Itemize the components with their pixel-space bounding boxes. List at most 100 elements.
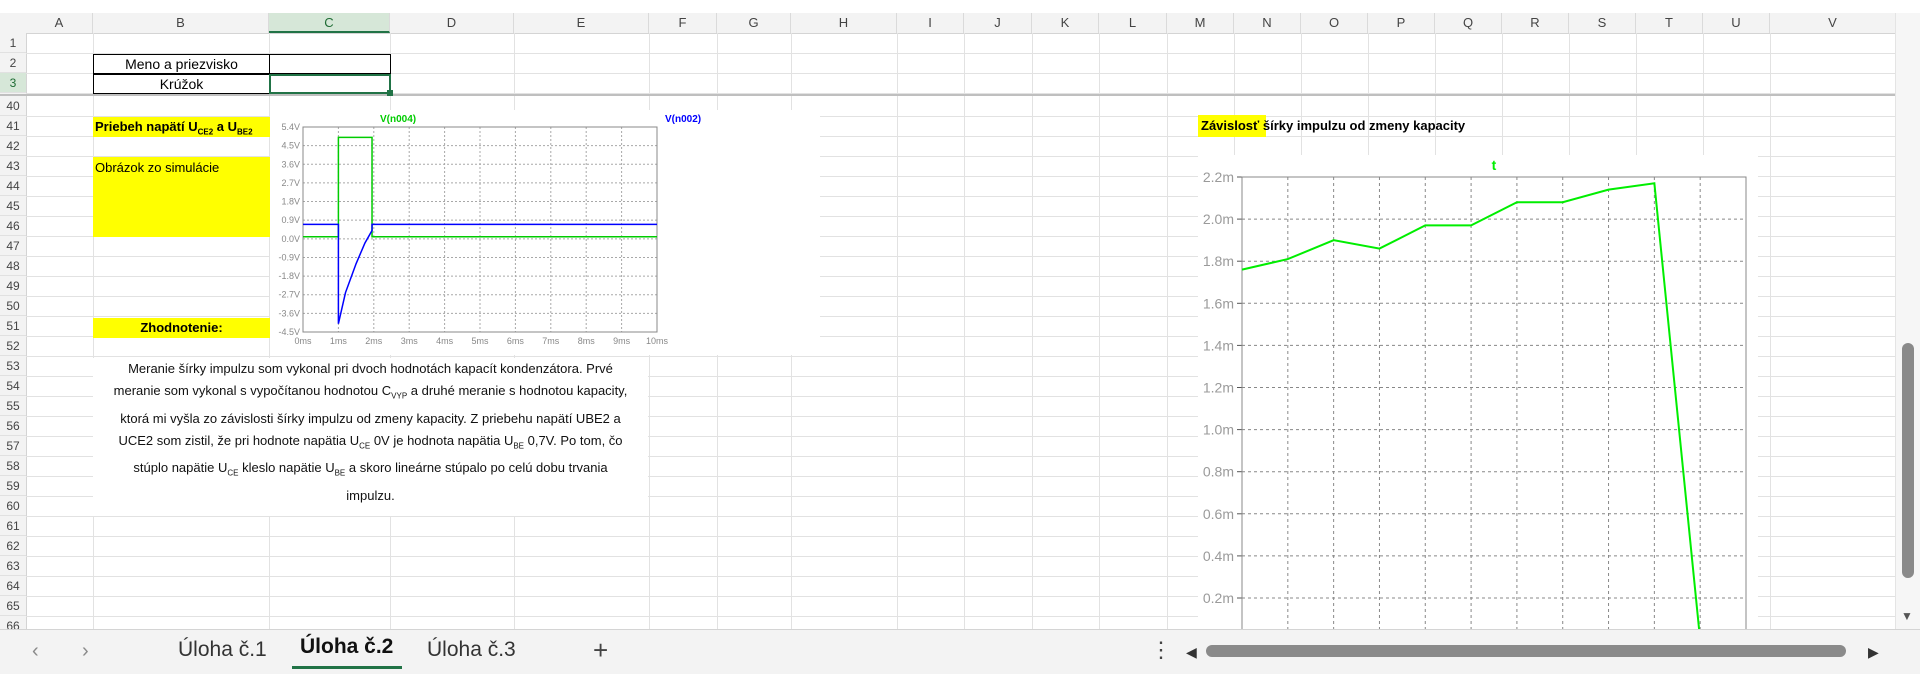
row-header[interactable]: 54 <box>0 376 26 396</box>
scroll-right-icon[interactable]: ▶ <box>1868 644 1879 661</box>
row-header[interactable]: 2 <box>0 53 26 73</box>
sheet-tab-uloha-2[interactable]: Úloha č.2 <box>300 635 393 659</box>
add-sheet-button[interactable]: + <box>593 635 608 666</box>
simulation-chart[interactable]: 0ms 1ms 2ms 3ms 4ms 5ms 6ms 7ms 8ms 9ms 10ms 5.4V 4.… <box>270 110 820 355</box>
row-header[interactable]: 49 <box>0 276 26 296</box>
row-header[interactable]: 63 <box>0 556 26 576</box>
row-header[interactable]: 62 <box>0 536 26 556</box>
row-header[interactable]: 40 <box>0 96 26 116</box>
x-tick-label: 5ms <box>471 336 489 346</box>
row-header[interactable]: 60 <box>0 496 26 516</box>
vertical-scrollbar[interactable]: ▼ <box>1895 13 1920 629</box>
y-tick-label: 2.7V <box>281 178 300 188</box>
y-tick-label: 0.4m <box>1203 548 1234 564</box>
column-header-u[interactable]: U <box>1703 13 1770 33</box>
paragraph-line: impulzu. <box>346 487 395 503</box>
row-header[interactable]: 47 <box>0 236 26 256</box>
pulse-width-chart[interactable]: 2.2m 2.0m 1.8m 1.6m 1.4m 1.2m 1.0m 0.8m 0.6m 0.4m… <box>1198 155 1758 629</box>
row-header[interactable]: 42 <box>0 136 26 156</box>
column-header-k[interactable]: K <box>1032 13 1099 33</box>
column-header-n[interactable]: N <box>1234 13 1301 33</box>
y-tick-label: 4.5V <box>281 141 300 151</box>
sheet-tab-uloha-3[interactable]: Úloha č.3 <box>427 638 516 662</box>
row-header[interactable]: 43 <box>0 156 26 176</box>
cell-c2[interactable] <box>269 54 391 74</box>
column-header-c[interactable]: C <box>269 13 390 33</box>
x-tick-label: 0ms <box>294 336 312 346</box>
column-header-q[interactable]: Q <box>1435 13 1502 33</box>
column-header-i[interactable]: I <box>897 13 964 33</box>
row-header[interactable]: 59 <box>0 476 26 496</box>
paragraph-text: meranie som vykonal s vypočítanou hodnot… <box>113 383 392 398</box>
column-header-v[interactable]: V <box>1770 13 1896 33</box>
scroll-left-icon[interactable]: ◀ <box>1186 644 1197 661</box>
column-header-r[interactable]: R <box>1502 13 1569 33</box>
column-header-o[interactable]: O <box>1301 13 1368 33</box>
row-header[interactable]: 51 <box>0 316 26 336</box>
x-tick-label: 8ms <box>578 336 596 346</box>
row-header[interactable]: 46 <box>0 216 26 236</box>
vertical-scrollbar-thumb[interactable] <box>1902 343 1914 578</box>
horizontal-scrollbar-thumb[interactable] <box>1206 645 1846 657</box>
paragraph-text: 0,7V. Po tom, čo <box>524 432 623 448</box>
x-tick-label: 6ms <box>507 336 525 346</box>
x-tick-label: 4ms <box>436 336 454 346</box>
row-header[interactable]: 1 <box>0 33 26 53</box>
row-header[interactable]: 61 <box>0 516 26 536</box>
y-tick-label: -3.6V <box>278 308 300 318</box>
row-header[interactable]: 50 <box>0 296 26 316</box>
column-header-p[interactable]: P <box>1368 13 1435 33</box>
column-header-a[interactable]: A <box>26 13 93 33</box>
paragraph-text: stúplo napätie U <box>133 460 228 476</box>
row-header[interactable]: 44 <box>0 176 26 196</box>
row-header[interactable]: 48 <box>0 256 26 276</box>
column-header-m[interactable]: M <box>1167 13 1234 33</box>
paragraph-text: 0V je hodnota napätia U <box>370 432 514 448</box>
row-header[interactable]: 53 <box>0 356 26 376</box>
paragraph-text: UCE2 som zistil, že pri hodnote napätia … <box>118 432 360 448</box>
x-tick-label: 1ms <box>330 336 348 346</box>
column-header-f[interactable]: F <box>649 13 717 33</box>
column-header-t[interactable]: T <box>1636 13 1703 33</box>
row-header[interactable]: 41 <box>0 116 26 136</box>
sheet-tab-uloha-1[interactable]: Úloha č.1 <box>178 638 267 662</box>
column-header-b[interactable]: B <box>93 13 269 33</box>
x-tick-label: 3ms <box>401 336 419 346</box>
y-tick-label: -4.5V <box>278 327 300 337</box>
obrazok-zo-simulacie: Obrázok zo simulácie <box>93 157 270 237</box>
scroll-down-icon[interactable]: ▼ <box>1901 609 1913 623</box>
column-header-g[interactable]: G <box>717 13 791 33</box>
active-tab-underline <box>292 666 402 669</box>
row-header[interactable]: 3 <box>0 73 26 93</box>
more-options-icon[interactable]: ⋮ <box>1150 637 1172 663</box>
cell-b3-label[interactable]: Krúžok <box>93 74 270 94</box>
paragraph-sub: CE <box>359 441 371 451</box>
column-header-j[interactable]: J <box>964 13 1032 33</box>
paragraph-line: Meranie šírky impulzu som vykonal pri dv… <box>128 361 613 376</box>
column-header-bar: A B C D E F G H I J K L M N O P Q R S T … <box>0 13 1896 34</box>
column-header-l[interactable]: L <box>1099 13 1167 33</box>
row-header[interactable]: 57 <box>0 436 26 456</box>
column-header-d[interactable]: D <box>390 13 514 33</box>
y-tick-label: 1.0m <box>1203 422 1234 438</box>
row-header[interactable]: 56 <box>0 416 26 436</box>
y-tick-label: -2.7V <box>278 290 300 300</box>
next-sheet-arrow-icon[interactable]: › <box>82 640 89 663</box>
row-header[interactable]: 52 <box>0 336 26 356</box>
column-header-s[interactable]: S <box>1569 13 1636 33</box>
row-header[interactable]: 64 <box>0 576 26 596</box>
column-header-h[interactable]: H <box>791 13 897 33</box>
previous-sheet-arrow-icon[interactable]: ‹ <box>32 640 39 663</box>
selected-cell-c3[interactable] <box>269 74 393 96</box>
row-header[interactable]: 45 <box>0 196 26 216</box>
column-header-e[interactable]: E <box>514 13 649 33</box>
y-tick-label: 1.8m <box>1203 253 1234 269</box>
paragraph-line: meranie som vykonal s vypočítanou hodnot… <box>93 380 648 408</box>
fill-handle[interactable] <box>387 90 393 96</box>
row-header[interactable]: 65 <box>0 596 26 616</box>
paragraph-sub: VYP <box>391 391 408 401</box>
row-header[interactable]: 66 <box>0 616 26 629</box>
row-header[interactable]: 55 <box>0 396 26 416</box>
row-header[interactable]: 58 <box>0 456 26 476</box>
cell-b2-label[interactable]: Meno a priezvisko <box>93 54 270 74</box>
